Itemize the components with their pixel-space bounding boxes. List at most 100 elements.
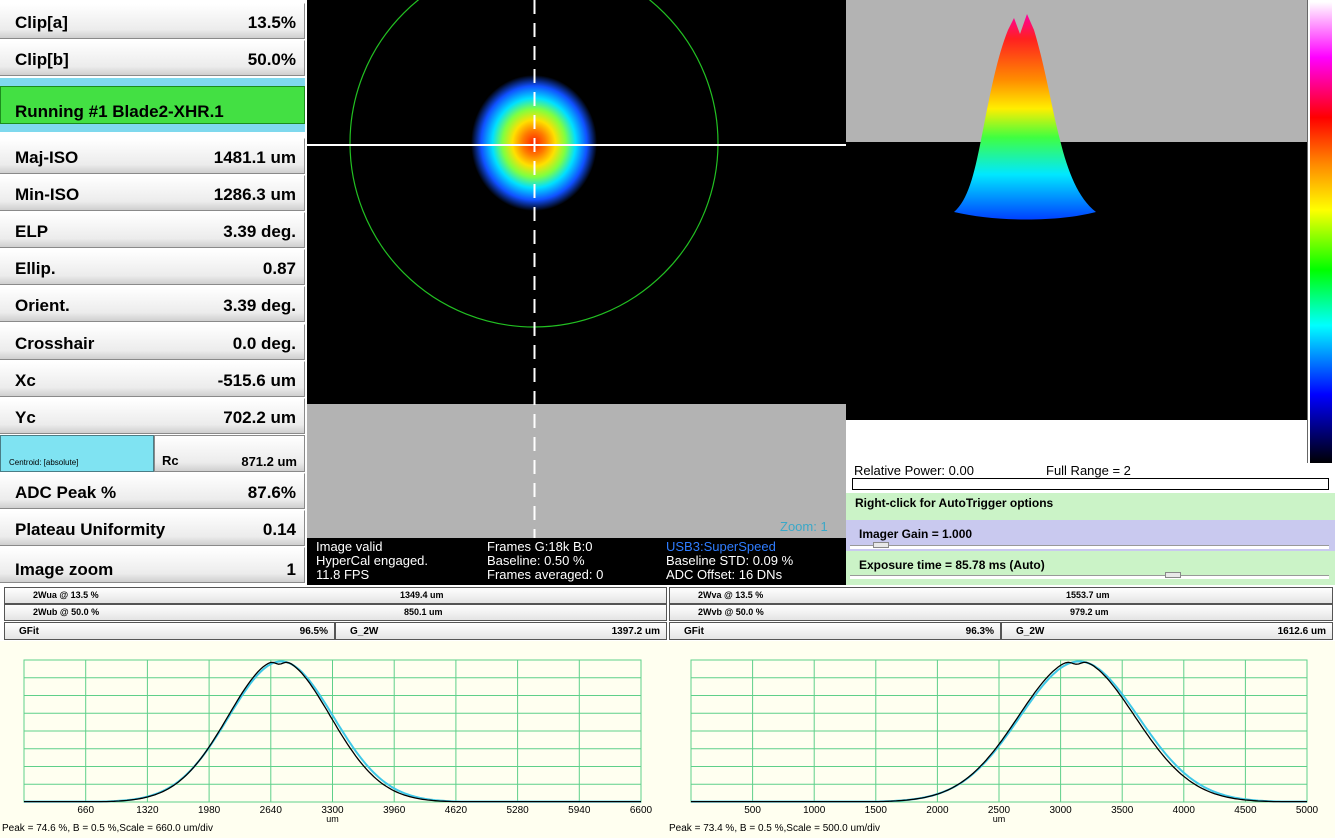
param-row-plateau-uniformity[interactable]: Plateau Uniformity 0.14 [0, 510, 305, 546]
x-tick-label: 6600 [630, 805, 653, 816]
param-value: 13.5% [247, 13, 296, 32]
x-tick-label: 5940 [568, 805, 591, 816]
param-row-rc[interactable]: Rc 871.2 um [154, 435, 305, 472]
param-row-clip-a[interactable]: Clip[a] 13.5% [0, 3, 305, 39]
exposure-time-slider[interactable] [850, 575, 1329, 579]
width-label: 2Wva @ 13.5 % [698, 590, 764, 600]
status-text: ADC Offset: 16 DNs [666, 567, 783, 582]
x-tick-label: 5000 [1296, 805, 1319, 816]
param-label: Clip[a] [15, 13, 68, 32]
width-readout-2wub: 2Wub @ 50.0 % 850.1 um [4, 604, 667, 621]
param-label: Clip[b] [15, 50, 69, 69]
width-value: 1349.4 um [400, 590, 444, 600]
param-row-xc[interactable]: Xc -515.6 um [0, 361, 305, 397]
x-tick-label: 4500 [1234, 805, 1257, 816]
param-value: 87.6% [247, 483, 296, 502]
imager-gain-control[interactable]: Imager Gain = 1.000 [846, 520, 1335, 551]
beam-2d-background [307, 404, 846, 538]
gfit-value: 96.5% [299, 626, 328, 637]
g2w-label: G_2W [1016, 626, 1045, 637]
gfit-label: GFit [19, 626, 39, 637]
color-scale-bar [1307, 0, 1335, 466]
color-scale-gradient [1310, 2, 1332, 464]
g2w-value: 1612.6 um [1277, 626, 1326, 637]
param-label: Min-ISO [15, 185, 80, 204]
x-tick-label: 3000 [1049, 805, 1072, 816]
param-row-maj-iso[interactable]: Maj-ISO 1481.1 um [0, 138, 305, 174]
autotrigger-panel[interactable]: Right-click for AutoTrigger options [846, 493, 1335, 520]
exposure-time-slider-thumb[interactable] [1164, 572, 1181, 578]
status-text: Frames averaged: 0 [487, 567, 604, 582]
param-value: 1 [286, 560, 296, 579]
x-tick-label: 2000 [926, 805, 949, 816]
parameter-panel: Clip[a] 13.5% Clip[b] 50.0% Running #1 B… [0, 0, 305, 585]
status-text: Baseline STD: 0.09 % [666, 553, 794, 568]
width-readout-2wua: 2Wua @ 13.5 % 1349.4 um [4, 587, 667, 604]
beam-2d-view[interactable] [307, 0, 846, 404]
param-value: 0.14 [262, 520, 296, 539]
param-row-orient[interactable]: Orient. 3.39 deg. [0, 286, 305, 322]
centroid-mode-label: Centroid: [absolute] [9, 458, 79, 467]
profile-plot-v[interactable]: 500 1000 1500 2000 2500 3000 3500 4000 4500 5000u… [667, 654, 1335, 822]
param-value: 3.39 deg. [223, 222, 296, 241]
x-tick-label: 4620 [445, 805, 468, 816]
gfit-value: 96.3% [965, 626, 994, 637]
param-row-elp[interactable]: ELP 3.39 deg. [0, 212, 305, 248]
width-value: 850.1 um [404, 607, 443, 617]
profile-plot-u[interactable]: 660 1320 1980 2640 3300 3960 4620 5280 5940 6600u… [0, 654, 665, 822]
param-label: ADC Peak % [15, 483, 117, 502]
param-row-image-zoom[interactable]: Image zoom 1 [0, 547, 305, 583]
x-axis-label: um [326, 814, 339, 822]
status-text: 11.8 FPS [316, 567, 370, 582]
x-tick-label: 4000 [1173, 805, 1196, 816]
width-value: 1553.7 um [1066, 590, 1110, 600]
status-text: HyperCal engaged. [316, 553, 429, 568]
param-label: Rc [162, 453, 179, 468]
param-row-crosshair[interactable]: Crosshair 0.0 deg. [0, 324, 305, 360]
status-text: USB3:SuperSpeed [666, 539, 776, 554]
exposure-time-control[interactable]: Exposure time = 85.78 ms (Auto) [846, 551, 1335, 585]
x-tick-label: 3960 [383, 805, 406, 816]
x-tick-label: 1500 [865, 805, 888, 816]
beam-3d-view[interactable] [846, 0, 1307, 420]
x-tick-label: 1320 [136, 805, 159, 816]
param-row-min-iso[interactable]: Min-ISO 1286.3 um [0, 175, 305, 211]
profile-caption-u: Peak = 74.6 %, B = 0.5 %,Scale = 660.0 u… [2, 823, 213, 834]
param-row-adc-peak[interactable]: ADC Peak % 87.6% [0, 473, 305, 509]
param-row-yc[interactable]: Yc 702.2 um [0, 398, 305, 434]
width-readout-2wva: 2Wva @ 13.5 % 1553.7 um [669, 587, 1333, 604]
running-status-text: Running #1 Blade2-XHR.1 [15, 102, 224, 121]
imager-gain-slider-thumb[interactable] [873, 542, 890, 548]
gfit-label: GFit [684, 626, 704, 637]
param-label: Plateau Uniformity [15, 520, 166, 539]
relative-power-bar [852, 478, 1329, 490]
imager-gain-slider[interactable] [850, 545, 1329, 549]
param-label: Maj-ISO [15, 148, 79, 167]
param-value: 1481.1 um [213, 148, 296, 167]
running-status-bar[interactable]: Running #1 Blade2-XHR.1 [0, 86, 305, 124]
status-text: Image valid [316, 539, 383, 554]
param-row-clip-b[interactable]: Clip[b] 50.0% [0, 40, 305, 76]
zoom-label: Zoom: 1 [780, 519, 828, 534]
param-label: Crosshair [15, 334, 95, 353]
width-label: 2Wvb @ 50.0 % [698, 607, 764, 617]
param-value: 3.39 deg. [223, 296, 296, 315]
param-row-ellip[interactable]: Ellip. 0.87 [0, 249, 305, 285]
width-label: 2Wub @ 50.0 % [33, 607, 100, 617]
divider-strip [0, 78, 305, 86]
param-value: 871.2 um [241, 454, 297, 469]
imager-gain-label: Imager Gain = 1.000 [859, 527, 973, 541]
exposure-time-label: Exposure time = 85.78 ms (Auto) [859, 558, 1045, 572]
g2w-readout-v: G_2W 1612.6 um [1001, 622, 1333, 640]
centroid-mode-button[interactable]: Centroid: [absolute] [0, 435, 154, 472]
width-label: 2Wua @ 13.5 % [33, 590, 99, 600]
g2w-label: G_2W [350, 626, 379, 637]
x-axis-label: um [993, 814, 1006, 822]
acquisition-status: Image valid HyperCal engaged. 11.8 FPS F… [307, 538, 846, 585]
beam-2d-image [307, 0, 846, 328]
param-label: Image zoom [15, 560, 114, 579]
relative-power-label: Relative Power: 0.00 [854, 463, 974, 478]
x-tick-label: 3500 [1111, 805, 1134, 816]
full-range-label: Full Range = 2 [1046, 463, 1131, 478]
x-tick-label: 660 [77, 805, 94, 816]
